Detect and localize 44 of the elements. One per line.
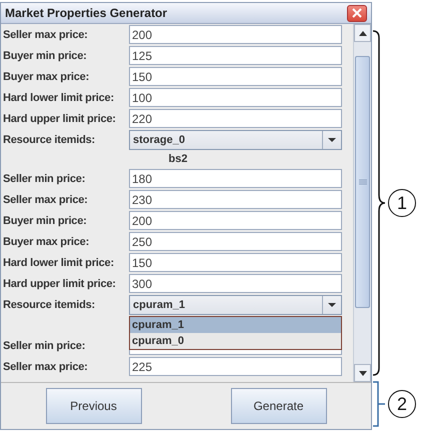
dropdown-option[interactable]: cpuram_1 [130, 317, 341, 333]
field-label: Buyer min price: [3, 50, 88, 62]
dropdown-option[interactable]: cpuram_0 [130, 333, 341, 349]
window-title: Market Properties Generator [5, 6, 168, 20]
down-arrow-icon [358, 370, 366, 376]
input-field[interactable]: 225 [129, 357, 342, 376]
input-field[interactable]: 150 [129, 67, 342, 86]
input-field[interactable]: 200 [129, 211, 342, 230]
field-label: Buyer max price: [3, 236, 90, 248]
input-field[interactable]: 150 [129, 253, 342, 272]
footer-button[interactable]: Generate [230, 388, 326, 424]
field-label: Hard lower limit price: [3, 256, 115, 268]
field-label: Hard upper limit price: [3, 112, 117, 124]
field-label: Resource itemids: [3, 298, 96, 310]
input-field[interactable]: 300 [129, 274, 342, 293]
close-icon [352, 8, 362, 18]
input-field[interactable]: 200 [129, 25, 342, 44]
field-label: Seller min price: [3, 340, 86, 352]
input-field[interactable]: 125 [129, 46, 342, 65]
dropdown[interactable]: storage_0 [129, 130, 342, 150]
input-field[interactable]: 220 [129, 109, 342, 128]
callout-number: 2 [388, 390, 416, 418]
scrollbar[interactable] [353, 24, 371, 382]
close-button[interactable] [347, 4, 367, 22]
field-label: Seller max price: [3, 360, 89, 372]
input-field[interactable]: 100 [129, 88, 342, 107]
field-label: Hard lower limit price: [3, 92, 115, 104]
brace-drawing [372, 381, 386, 427]
field-label: Seller max price: [3, 194, 89, 206]
input-field[interactable]: 250 [129, 232, 342, 251]
footer-button[interactable]: Previous [46, 388, 142, 424]
grip-icon [358, 179, 366, 185]
dropdown[interactable]: cpuram_1 [129, 294, 342, 314]
field-label: Seller max price: [3, 28, 89, 40]
callout-number: 1 [388, 189, 416, 217]
input-field[interactable]: 180 [129, 169, 342, 188]
field-label: Resource itemids: [3, 134, 96, 146]
field-label: Buyer max price: [3, 70, 90, 82]
field-label: Hard upper limit price: [3, 278, 117, 290]
input-field[interactable]: 230 [129, 190, 342, 209]
section-heading: bs2 [168, 153, 188, 165]
field-label: Buyer min price: [3, 214, 88, 226]
up-arrow-icon [358, 30, 366, 36]
field-label: Seller min price: [3, 172, 86, 184]
